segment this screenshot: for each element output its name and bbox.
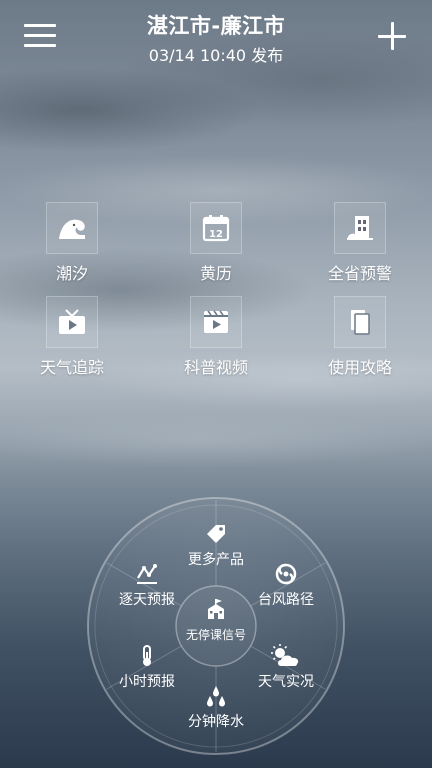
function-wheel: 更多产品 逐天预报 台风路径 小时预报 天气实况 分钟降水 无停课信号	[86, 496, 346, 756]
feature-user-guide-label: 使用攻略	[327, 358, 392, 377]
wheel-daily-forecast-label: 逐天预报	[119, 592, 175, 608]
building-icon	[334, 202, 386, 254]
feature-province-warning[interactable]: 全省预警	[305, 202, 415, 284]
add-city-icon[interactable]	[376, 20, 408, 52]
thermometer-icon	[143, 645, 151, 666]
wheel-typhoon-path[interactable]: 台风路径	[241, 562, 331, 609]
trend-icon	[137, 564, 157, 584]
feature-almanac[interactable]: 12 黄历	[161, 202, 271, 284]
school-icon	[208, 599, 224, 619]
wheel-typhoon-path-label: 台风路径	[258, 592, 314, 608]
wheel-school-closure[interactable]: 无停课信号	[176, 586, 256, 666]
feature-user-guide[interactable]: 使用攻略	[305, 296, 415, 378]
wheel-minute-precipitation-label: 分钟降水	[188, 714, 244, 730]
video-icon	[190, 296, 242, 348]
top-bar: 湛江市-廉江市 03/14 10:40 发布	[0, 0, 432, 72]
calendar-icon: 12	[190, 202, 242, 254]
calendar-day: 12	[209, 229, 223, 240]
feature-weather-tracking[interactable]: 天气追踪	[17, 296, 127, 378]
raindrops-icon	[207, 686, 225, 707]
tv-icon	[46, 296, 98, 348]
typhoon-icon	[275, 563, 297, 585]
wheel-school-closure-label: 无停课信号	[185, 628, 246, 642]
feature-science-video-label: 科普视频	[183, 358, 248, 377]
feature-almanac-label: 黄历	[199, 264, 232, 283]
feature-tide-label: 潮汐	[55, 264, 88, 283]
feature-province-warning-label: 全省预警	[327, 264, 392, 283]
sun-cloud-icon	[271, 644, 299, 666]
wheel-minute-precipitation[interactable]: 分钟降水	[171, 684, 261, 731]
book-icon	[334, 296, 386, 348]
feature-tide[interactable]: 潮汐	[17, 202, 127, 284]
publish-time: 03/14 10:40 发布	[148, 46, 284, 65]
feature-weather-tracking-label: 天气追踪	[39, 358, 104, 377]
feature-science-video[interactable]: 科普视频	[161, 296, 271, 378]
wheel-daily-forecast[interactable]: 逐天预报	[102, 562, 192, 609]
city-title[interactable]: 湛江市-廉江市	[0, 10, 432, 40]
tag-icon	[207, 525, 225, 543]
wave-icon	[46, 202, 98, 254]
